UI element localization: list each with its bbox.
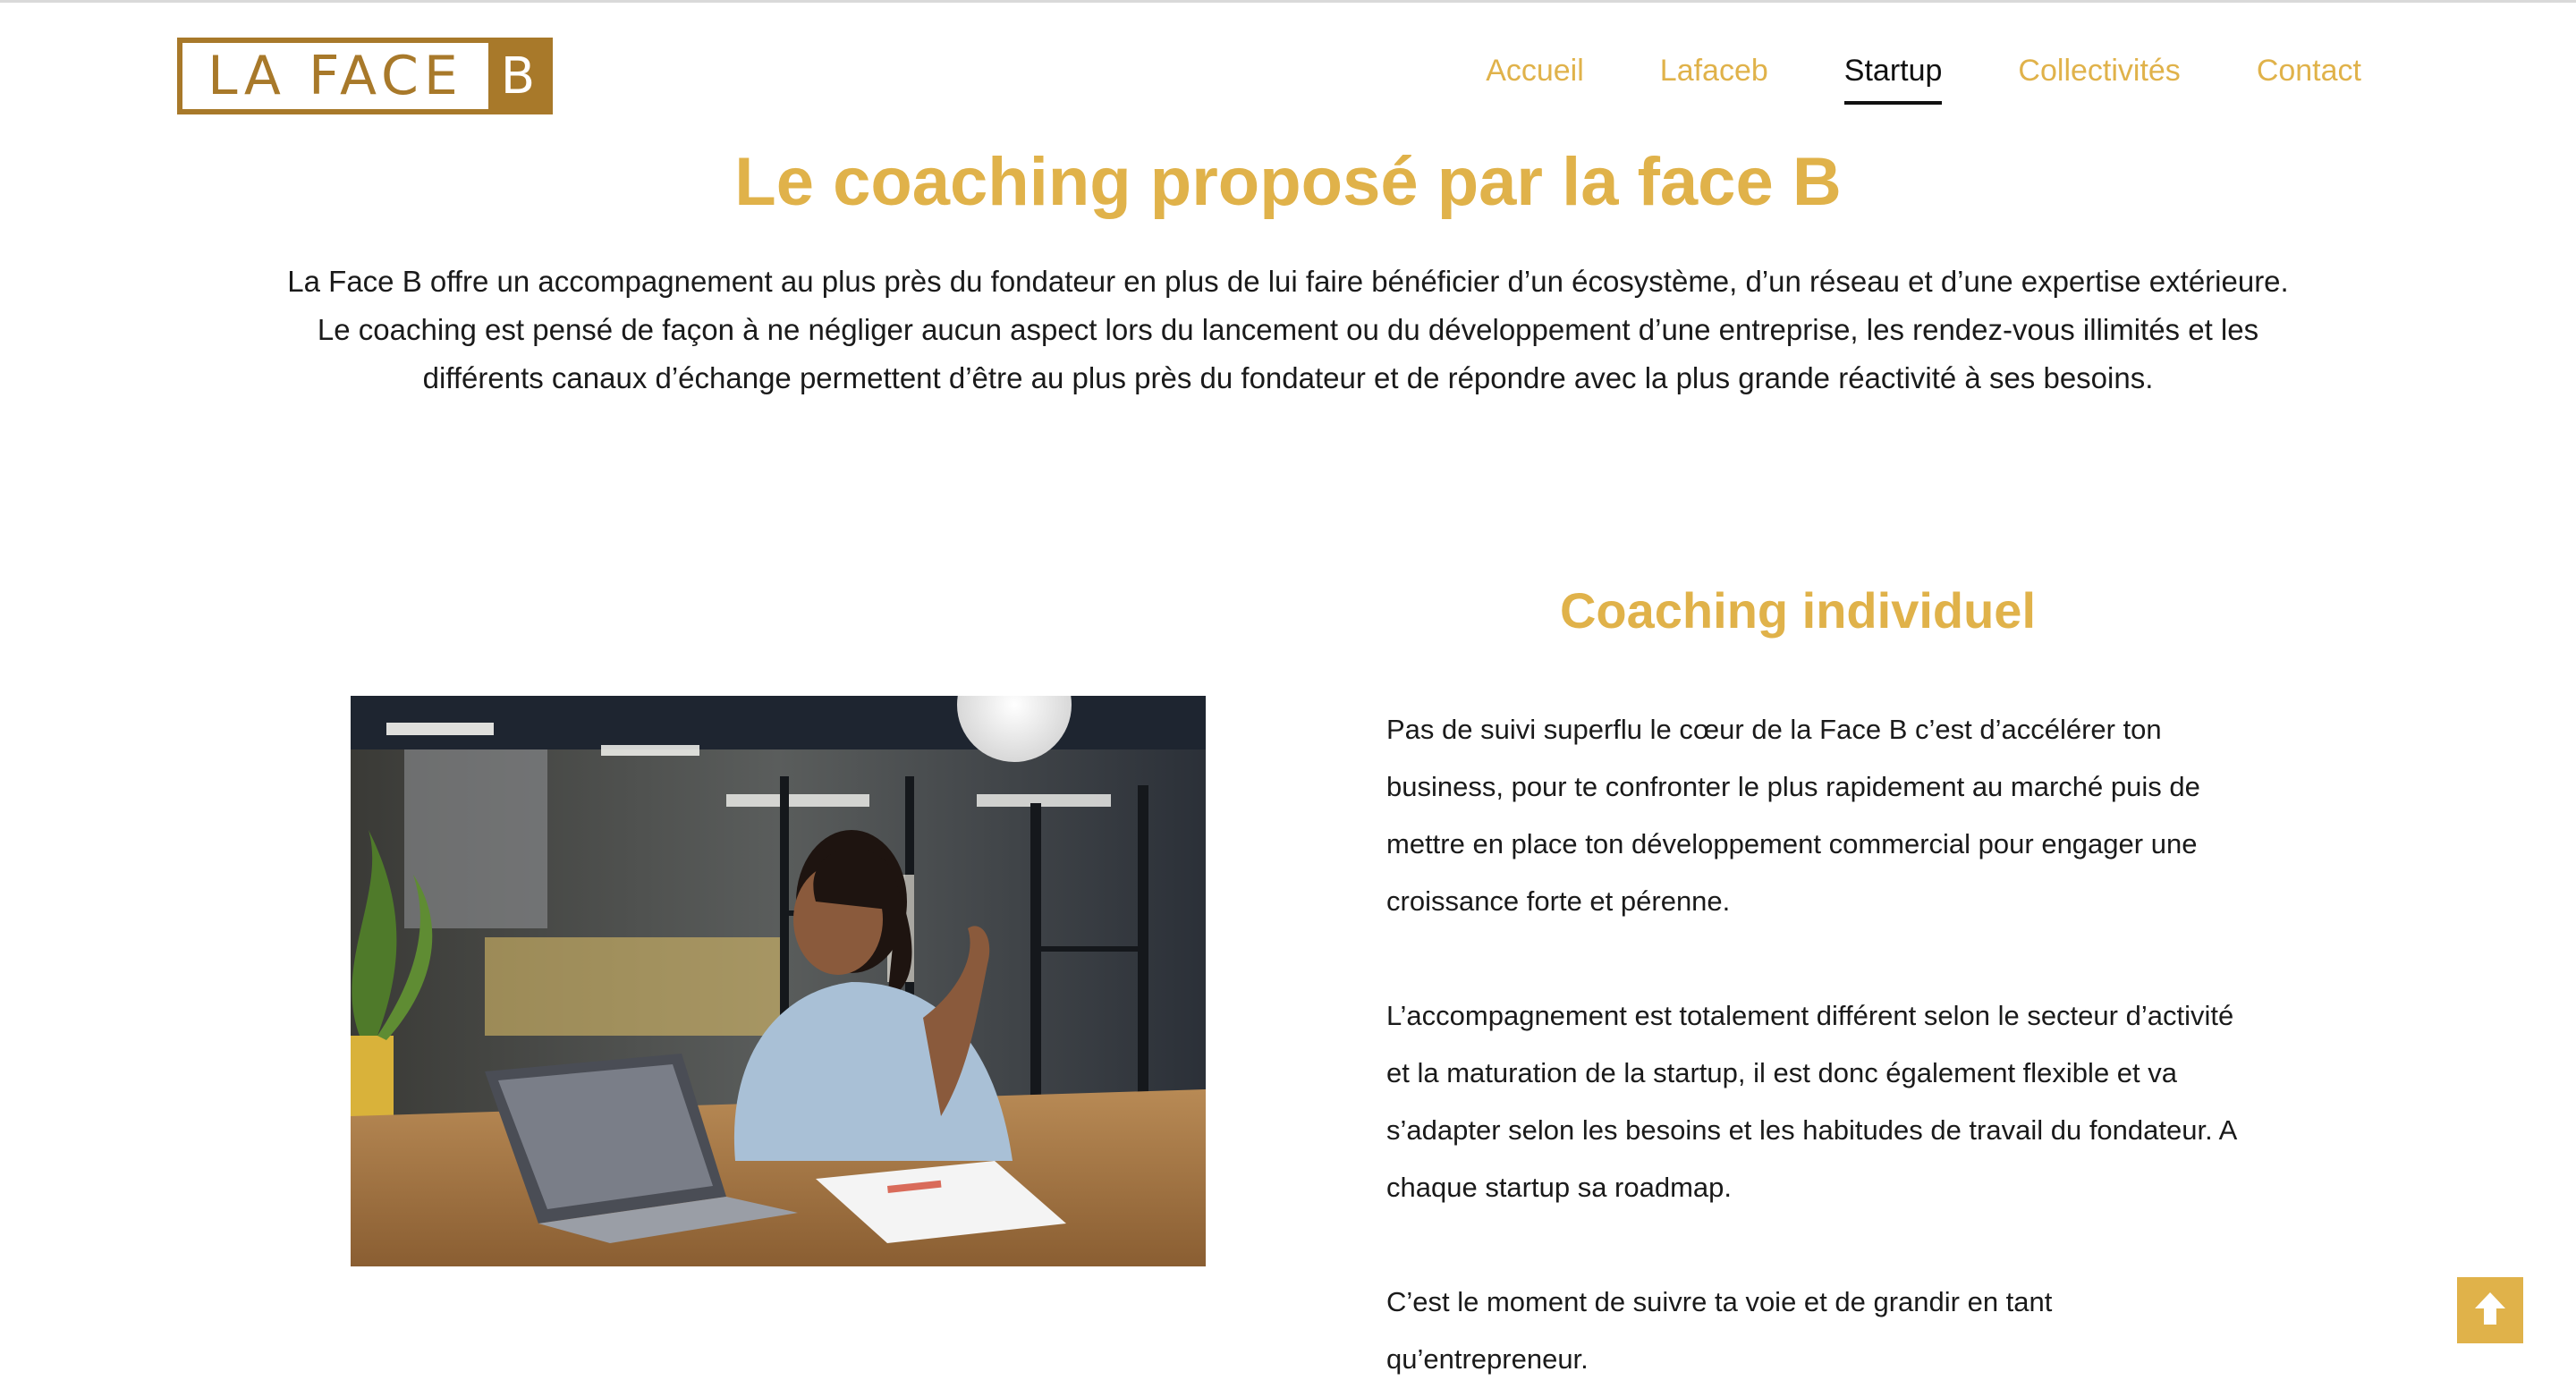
nav-item-lafaceb[interactable]: Lafaceb (1660, 54, 1768, 105)
logo-letter: B (488, 43, 547, 109)
top-border (0, 0, 2576, 3)
page-title: Le coaching proposé par la face B (734, 144, 1842, 220)
intro-paragraph: La Face B offre un accompagnement au plu… (287, 265, 2289, 394)
section-body: Pas de suivi superflu le cœur de la Face… (1386, 701, 2236, 1397)
section-title: Coaching individuel (1559, 582, 2037, 639)
logo-text: LA FACE (208, 45, 463, 107)
coaching-photo (351, 696, 1206, 1266)
site-logo[interactable]: LA FACE B (177, 38, 553, 114)
main-nav: Accueil Lafaceb Startup Collectivités Co… (1486, 54, 2361, 105)
scroll-to-top-button[interactable] (2457, 1277, 2523, 1343)
nav-item-accueil[interactable]: Accueil (1486, 54, 1584, 105)
section-paragraph: L’accompagnement est totalement différen… (1386, 1000, 2236, 1203)
nav-item-contact[interactable]: Contact (2257, 54, 2361, 105)
arrow-up-icon (2473, 1291, 2507, 1331)
section-paragraph: C’est le moment de suivre ta voie et de … (1386, 1286, 2053, 1375)
nav-item-collectivites[interactable]: Collectivités (2018, 54, 2180, 105)
section-paragraph: Pas de suivi superflu le cœur de la Face… (1386, 714, 2200, 917)
nav-item-startup[interactable]: Startup (1843, 54, 1942, 105)
